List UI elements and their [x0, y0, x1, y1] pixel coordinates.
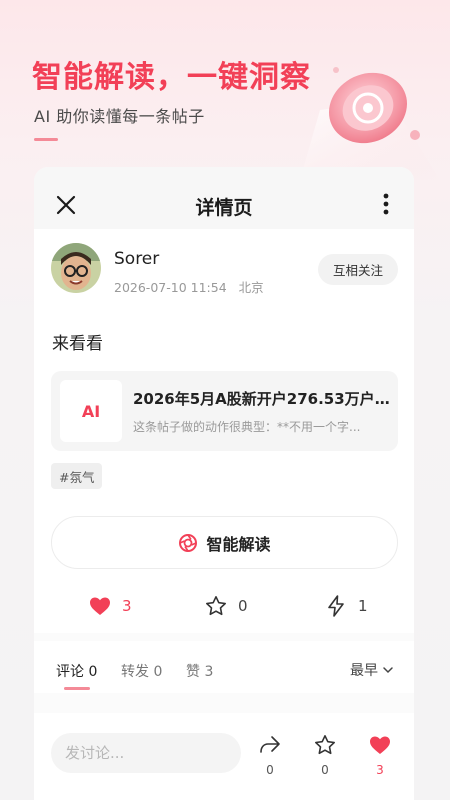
- lightning-icon: [328, 595, 344, 617]
- comment-tabs: 评论 0 转发 0 赞 3 最早: [34, 641, 414, 693]
- sort-dropdown[interactable]: 最早: [350, 660, 394, 680]
- comment-input[interactable]: [51, 733, 241, 773]
- like-stat[interactable]: 3: [88, 594, 132, 618]
- top-navigation-bar: 详情页: [34, 167, 414, 229]
- ai-thumbnail: AI: [60, 380, 122, 442]
- forward-button[interactable]: 0: [255, 733, 285, 777]
- tab-comments[interactable]: 评论 0: [56, 661, 97, 681]
- detail-card: 详情页 Sorer 2026-07-10 11:54 北京 互相关注 来看看 A…: [34, 167, 414, 800]
- active-tab-indicator: [64, 687, 90, 690]
- hero-title: 智能解读，一键洞察: [32, 60, 311, 95]
- post-text: 来看看: [52, 334, 103, 354]
- forward-count: 0: [266, 763, 274, 777]
- more-vertical-icon[interactable]: [380, 192, 392, 216]
- like-count: 3: [122, 597, 132, 615]
- bottom-favorite-count: 0: [321, 763, 329, 777]
- favorite-stat[interactable]: 0: [204, 594, 248, 618]
- ai-interpret-label: 智能解读: [206, 534, 271, 554]
- boost-count: 1: [358, 597, 368, 615]
- tab-forwards[interactable]: 转发 0: [121, 661, 162, 681]
- bottom-like-count: 3: [376, 763, 384, 777]
- lens-3d-icon: [300, 67, 440, 180]
- topic-tag[interactable]: #氛气: [51, 463, 103, 489]
- hero-banner: 智能解读，一键洞察 AI 助你读懂每一条帖子: [0, 0, 450, 180]
- forward-arrow-icon: [260, 736, 280, 753]
- post-timestamp: 2026-07-10 11:54: [114, 280, 227, 295]
- sort-label: 最早: [350, 663, 378, 679]
- heart-filled-icon: [370, 736, 390, 754]
- like-button[interactable]: 3: [365, 733, 395, 777]
- star-outline-icon: [315, 735, 335, 755]
- favorite-button[interactable]: 0: [310, 733, 340, 777]
- follow-button[interactable]: 互相关注: [318, 254, 398, 285]
- boost-stat[interactable]: 1: [324, 594, 368, 618]
- aperture-icon: [179, 533, 198, 552]
- heart-filled-icon: [90, 597, 110, 615]
- post-location: 北京: [238, 280, 264, 295]
- tab-likes[interactable]: 赞 3: [186, 661, 213, 681]
- chevron-down-icon: [383, 667, 393, 674]
- post-content: Sorer 2026-07-10 11:54 北京 互相关注 来看看 AI 20…: [34, 229, 414, 633]
- linked-post-title: 2026年5月A股新开户276.53万户...: [133, 390, 391, 408]
- star-outline-icon: [206, 596, 226, 616]
- favorite-count: 0: [238, 597, 248, 615]
- post-meta: 2026-07-10 11:54 北京: [114, 277, 264, 296]
- ai-interpret-button[interactable]: 智能解读: [51, 516, 398, 569]
- author-name[interactable]: Sorer: [114, 249, 159, 269]
- avatar[interactable]: [51, 243, 101, 293]
- bottom-action-bar: 0 0 3: [34, 713, 414, 800]
- hero-divider: [34, 138, 58, 141]
- page-title: 详情页: [195, 197, 253, 219]
- hero-subtitle: AI 助你读懂每一条帖子: [34, 107, 205, 126]
- linked-post-description: 这条帖子做的动作很典型：**不用一个字...: [133, 420, 361, 434]
- linked-post-card[interactable]: AI 2026年5月A股新开户276.53万户... 这条帖子做的动作很典型：*…: [51, 371, 398, 451]
